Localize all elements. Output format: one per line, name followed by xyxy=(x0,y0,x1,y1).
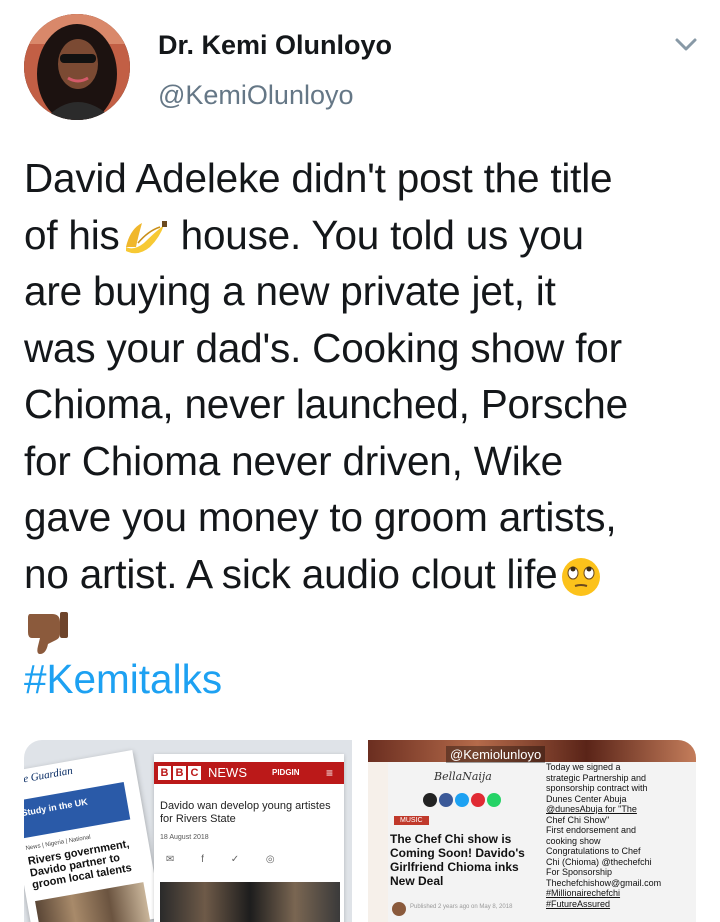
caption-line: cooking show xyxy=(546,835,601,846)
bbc-header-bar: B B C NEWS PIDGIN ≡ xyxy=(154,762,344,784)
caption-line: First endorsement and xyxy=(546,825,637,835)
tweet-header: Dr. Kemi Olunloyo @KemiOlunloyo xyxy=(0,0,720,130)
caption-line: strategic Partnership and xyxy=(546,772,647,783)
tweet-line: gave you money to groom artists, xyxy=(24,494,617,540)
tweet-line: for Chioma never driven, Wike xyxy=(24,437,563,484)
author-avatar-small xyxy=(392,902,406,916)
watermark-label: @Kemiolunloyo xyxy=(446,746,546,763)
thumbs-down-icon xyxy=(28,612,68,655)
media-image-right[interactable]: @Kemiolunloyo BellaNaija MUSIC The Chef … xyxy=(368,740,696,922)
tweet-line: no artist. A sick audio clout life xyxy=(24,546,704,603)
chevron-down-icon[interactable] xyxy=(672,30,700,58)
share-icons: ✉ f ✓ ◎ xyxy=(166,854,287,865)
site-logo: BellaNaija xyxy=(434,770,492,783)
tweet-line-segment: of his xyxy=(24,211,120,258)
avatar-image xyxy=(24,14,130,120)
caption-line: For Sponsorship xyxy=(546,867,613,877)
tweet-line: Chioma, never launched, Porsche xyxy=(24,381,628,427)
menu-icon: ≡ xyxy=(326,766,334,780)
tweet-line-segment: house. You told us you xyxy=(169,211,584,258)
article-footer: Published 2 years ago on May 8, 2018 xyxy=(410,904,513,910)
bbc-article-card: B B C NEWS PIDGIN ≡ Davido wan develop y… xyxy=(154,754,344,922)
author-handle[interactable]: @KemiOlunloyo xyxy=(158,80,354,111)
face-with-rolling-eyes-icon xyxy=(562,557,601,596)
article-headline: The Chef Chi show is Coming Soon! Davido… xyxy=(390,832,525,888)
tweet-line-segment: no artist. A sick audio clout life xyxy=(24,550,558,597)
caption-line: @dunesAbuja for "The xyxy=(546,804,637,814)
banana-emoji-icon xyxy=(125,220,167,254)
author-avatar[interactable] xyxy=(24,14,130,120)
music-tag: MUSIC xyxy=(394,816,429,825)
tweet-body: David Adeleke didn't post the title of h… xyxy=(24,150,704,659)
guardian-logo: The Guardian xyxy=(24,764,74,788)
caption-line: #Millionairechefchi xyxy=(546,888,621,898)
bbc-headline: Davido wan develop young artistes for Ri… xyxy=(160,800,331,825)
bbc-photo xyxy=(160,882,340,922)
guardian-article-card: The Guardian Study in the UK News | Nige… xyxy=(24,750,162,922)
tweet-line: David Adeleke didn't post the title xyxy=(24,155,613,201)
social-icons xyxy=(423,793,501,807)
caption-line: Thechefchishow@gmail.com xyxy=(546,877,662,888)
caption-line: #FutureAssured xyxy=(546,898,611,909)
instagram-caption: Today we signed a strategic Partnership … xyxy=(546,762,694,909)
hashtag-link[interactable]: #Kemitalks xyxy=(24,656,222,703)
bbc-date: 18 August 2018 xyxy=(160,834,209,841)
tweet-line: of his house. You told us you xyxy=(24,207,704,264)
guardian-photo xyxy=(35,882,151,922)
caption-line: Today we signed a xyxy=(546,762,621,772)
bbc-logo-letter: B xyxy=(173,766,186,780)
caption-line: Chef Chi Show" xyxy=(546,814,610,825)
media-image-left[interactable]: The Guardian Study in the UK News | Nige… xyxy=(24,740,352,922)
tweet-media: The Guardian Study in the UK News | Nige… xyxy=(24,740,696,922)
bbc-logo-letter: B xyxy=(158,766,171,780)
caption-line: Congratulations to Chef xyxy=(546,846,641,856)
bbc-news-label: NEWS xyxy=(208,765,247,780)
caption-line: Dunes Center Abuja xyxy=(546,793,627,804)
author-display-name[interactable]: Dr. Kemi Olunloyo xyxy=(158,30,392,61)
bbc-logo-letter: C xyxy=(188,766,201,780)
caption-line: Chi (Chioma) @thechefchi xyxy=(546,856,652,867)
bbc-pidgin-label: PIDGIN xyxy=(272,768,300,777)
tweet-line: was your dad's. Cooking show for xyxy=(24,324,622,371)
tweet-line xyxy=(24,602,704,659)
tweet-line: are buying a new private jet, it xyxy=(24,268,556,314)
side-strip xyxy=(368,762,388,922)
caption-line: sponsorship contract with xyxy=(546,783,648,793)
